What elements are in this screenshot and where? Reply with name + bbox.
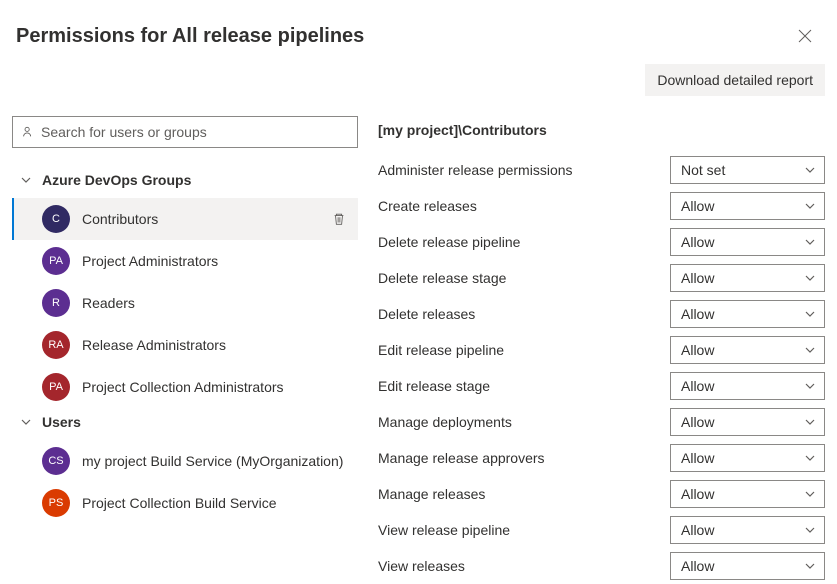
chevron-down-icon [804, 164, 816, 176]
avatar: RA [42, 331, 70, 359]
permission-select[interactable]: Not set [670, 156, 825, 184]
users-section-header[interactable]: Users [12, 408, 358, 440]
permission-label: Manage deployments [378, 414, 512, 430]
permission-select[interactable]: Allow [670, 192, 825, 220]
permission-select[interactable]: Allow [670, 264, 825, 292]
avatar: C [42, 205, 70, 233]
identity-list-panel: Azure DevOps Groups C Contributors PA Proje… [12, 116, 358, 584]
user-row[interactable]: PS Project Collection Build Service [12, 482, 358, 524]
permission-value: Allow [681, 522, 714, 538]
chevron-down-icon [804, 560, 816, 572]
permission-value: Allow [681, 306, 714, 322]
chevron-down-icon [804, 488, 816, 500]
avatar: PS [42, 489, 70, 517]
permission-value: Allow [681, 486, 714, 502]
permission-select[interactable]: Allow [670, 444, 825, 472]
permission-label: View release pipeline [378, 522, 510, 538]
permission-row: Manage releases Allow [378, 476, 825, 512]
permission-select[interactable]: Allow [670, 480, 825, 508]
permission-select[interactable]: Allow [670, 228, 825, 256]
permission-select[interactable]: Allow [670, 516, 825, 544]
person-search-icon [21, 125, 35, 139]
avatar: PA [42, 247, 70, 275]
permission-label: Edit release pipeline [378, 342, 504, 358]
permission-row: Delete release pipeline Allow [378, 224, 825, 260]
permission-value: Allow [681, 270, 714, 286]
avatar: PA [42, 373, 70, 401]
group-label: Project Administrators [82, 253, 350, 269]
permission-label: Manage releases [378, 486, 485, 502]
chevron-down-icon [804, 524, 816, 536]
chevron-down-icon [804, 272, 816, 284]
chevron-down-icon [804, 308, 816, 320]
permission-label: Delete release pipeline [378, 234, 520, 250]
group-row[interactable]: RA Release Administrators [12, 324, 358, 366]
chevron-down-icon [804, 344, 816, 356]
chevron-down-icon [20, 174, 32, 186]
permission-row: Delete release stage Allow [378, 260, 825, 296]
permission-value: Allow [681, 378, 714, 394]
chevron-down-icon [804, 200, 816, 212]
chevron-down-icon [804, 416, 816, 428]
permission-label: View releases [378, 558, 465, 574]
permission-label: Administer release permissions [378, 162, 573, 178]
group-row[interactable]: PA Project Administrators [12, 240, 358, 282]
permission-label: Delete releases [378, 306, 475, 322]
permission-row: Create releases Allow [378, 188, 825, 224]
permission-row: Manage deployments Allow [378, 404, 825, 440]
user-label: Project Collection Build Service [82, 495, 350, 511]
group-label: Contributors [82, 211, 320, 227]
detail-heading: [my project]\Contributors [378, 116, 825, 152]
permission-value: Allow [681, 450, 714, 466]
permission-value: Allow [681, 234, 714, 250]
chevron-down-icon [20, 416, 32, 428]
chevron-down-icon [804, 452, 816, 464]
search-box[interactable] [12, 116, 358, 148]
chevron-down-icon [804, 380, 816, 392]
groups-section-label: Azure DevOps Groups [42, 172, 191, 188]
users-section-label: Users [42, 414, 81, 430]
permission-value: Allow [681, 414, 714, 430]
user-row[interactable]: CS my project Build Service (MyOrganizati… [12, 440, 358, 482]
permission-select[interactable]: Allow [670, 372, 825, 400]
permission-select[interactable]: Allow [670, 408, 825, 436]
group-label: Readers [82, 295, 350, 311]
delete-button[interactable] [332, 212, 350, 226]
permission-row: Edit release pipeline Allow [378, 332, 825, 368]
permission-row: Edit release stage Allow [378, 368, 825, 404]
permission-label: Edit release stage [378, 378, 490, 394]
permission-row: Administer release permissions Not set [378, 152, 825, 188]
permission-label: Manage release approvers [378, 450, 545, 466]
group-row[interactable]: PA Project Collection Administrators [12, 366, 358, 408]
group-row[interactable]: C Contributors [12, 198, 358, 240]
close-icon [798, 29, 812, 43]
permission-row: Manage release approvers Allow [378, 440, 825, 476]
download-report-button[interactable]: Download detailed report [645, 64, 825, 96]
permission-value: Allow [681, 198, 714, 214]
permission-value: Not set [681, 162, 725, 178]
permissions-detail-panel: [my project]\Contributors Administer rel… [374, 116, 825, 584]
chevron-down-icon [804, 236, 816, 248]
permission-value: Allow [681, 342, 714, 358]
groups-section-header[interactable]: Azure DevOps Groups [12, 166, 358, 198]
page-title: Permissions for All release pipelines [16, 25, 364, 48]
avatar: CS [42, 447, 70, 475]
permission-row: View release pipeline Allow [378, 512, 825, 548]
permission-row: View releases Allow [378, 548, 825, 584]
permission-value: Allow [681, 558, 714, 574]
permission-select[interactable]: Allow [670, 300, 825, 328]
group-label: Project Collection Administrators [82, 379, 350, 395]
close-button[interactable] [789, 20, 821, 52]
permission-row: Delete releases Allow [378, 296, 825, 332]
permission-select[interactable]: Allow [670, 336, 825, 364]
trash-icon [332, 212, 346, 226]
permission-select[interactable]: Allow [670, 552, 825, 580]
avatar: R [42, 289, 70, 317]
search-input[interactable] [41, 124, 349, 140]
group-row[interactable]: R Readers [12, 282, 358, 324]
permission-label: Create releases [378, 198, 477, 214]
group-label: Release Administrators [82, 337, 350, 353]
permission-label: Delete release stage [378, 270, 506, 286]
user-label: my project Build Service (MyOrganization… [82, 453, 350, 469]
